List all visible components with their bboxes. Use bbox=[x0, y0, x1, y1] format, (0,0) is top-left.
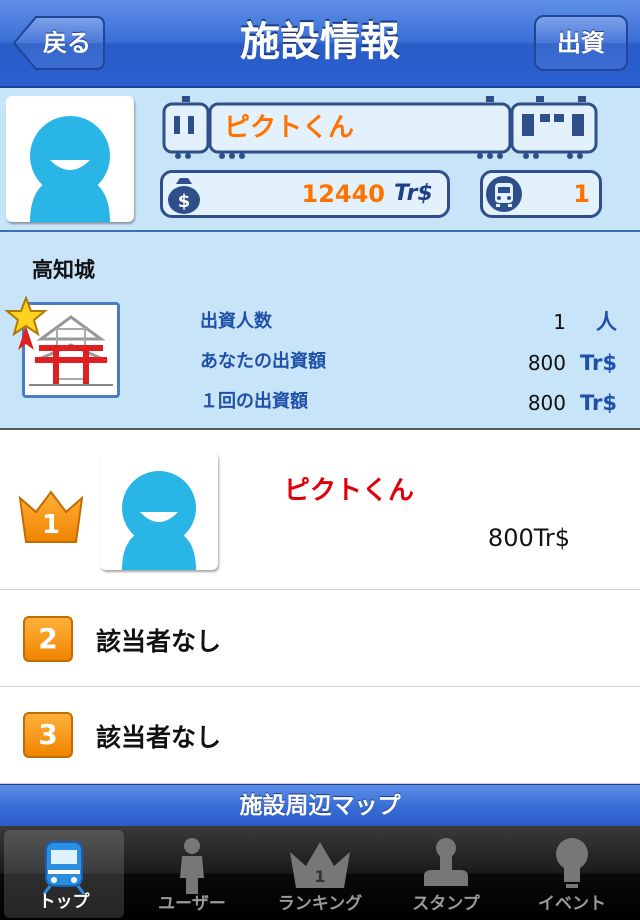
tab-ranking[interactable]: 1 ランキング bbox=[260, 826, 380, 920]
tab-user-label: ユーザー bbox=[158, 894, 226, 914]
stat-unit-per-investment: Tr$ bbox=[580, 391, 617, 415]
stat-value-your-investment: 800 bbox=[527, 351, 566, 375]
svg-text:1: 1 bbox=[314, 867, 325, 886]
tab-stamp[interactable]: スタンプ bbox=[386, 826, 506, 920]
tab-top-label: トップ bbox=[38, 892, 90, 912]
person-silhouette-icon bbox=[122, 471, 196, 570]
star-medal-icon bbox=[4, 296, 48, 350]
tab-ranking-label: ランキング bbox=[277, 894, 363, 914]
person-icon bbox=[180, 838, 204, 894]
money-value: 12440 bbox=[301, 180, 386, 208]
user-avatar[interactable] bbox=[6, 96, 134, 222]
invest-button[interactable]: 出資 bbox=[534, 15, 628, 71]
ranking-name-3: 該当者なし bbox=[96, 723, 222, 752]
tab-event-label: イベント bbox=[538, 894, 606, 914]
stat-unit-investors: 人 bbox=[596, 310, 617, 334]
stat-value-per-investment: 800 bbox=[527, 391, 566, 415]
stat-unit-your-investment: Tr$ bbox=[580, 351, 617, 375]
ranker-name: ピクトくん bbox=[284, 476, 415, 506]
money-bag-icon: $ bbox=[168, 178, 200, 214]
tab-stamp-label: スタンプ bbox=[412, 894, 480, 914]
stat-label-investors: 出資人数 bbox=[200, 311, 272, 332]
gold-crown-icon: 1 bbox=[18, 490, 84, 543]
rank-badge-3: 3 bbox=[23, 712, 73, 758]
svg-text:$: $ bbox=[178, 191, 191, 212]
tab-top[interactable]: トップ bbox=[4, 830, 124, 918]
back-button-label: 戻る bbox=[43, 29, 91, 57]
money-unit: Tr$ bbox=[394, 181, 433, 206]
tab-event[interactable]: イベント bbox=[512, 826, 632, 920]
back-button[interactable]: 戻る bbox=[12, 15, 106, 71]
svg-text:1: 1 bbox=[42, 510, 60, 540]
stat-label-per-investment: １回の出資額 bbox=[200, 391, 308, 412]
bulb-icon bbox=[556, 838, 588, 888]
stamp-icon bbox=[424, 838, 468, 886]
ranker-amount: 800Tr$ bbox=[487, 524, 570, 552]
ranker-avatar[interactable] bbox=[100, 452, 218, 570]
user-name: ピクトくん bbox=[224, 113, 355, 143]
ranking-name-2: 該当者なし bbox=[96, 627, 222, 656]
tab-user[interactable]: ユーザー bbox=[132, 826, 252, 920]
train-badge-icon bbox=[486, 176, 522, 212]
ranking-row-1[interactable] bbox=[0, 430, 640, 590]
facility-map-button[interactable]: 施設周辺マップ bbox=[0, 784, 640, 826]
facility-name: 高知城 bbox=[32, 258, 95, 282]
crown-icon: 1 bbox=[290, 842, 350, 888]
train-count-value: 1 bbox=[573, 180, 590, 208]
person-silhouette-icon bbox=[30, 116, 110, 222]
stat-label-your-investment: あなたの出資額 bbox=[200, 351, 326, 372]
stat-value-investors: 1 bbox=[553, 310, 566, 334]
rank-badge-2: 2 bbox=[23, 616, 73, 662]
